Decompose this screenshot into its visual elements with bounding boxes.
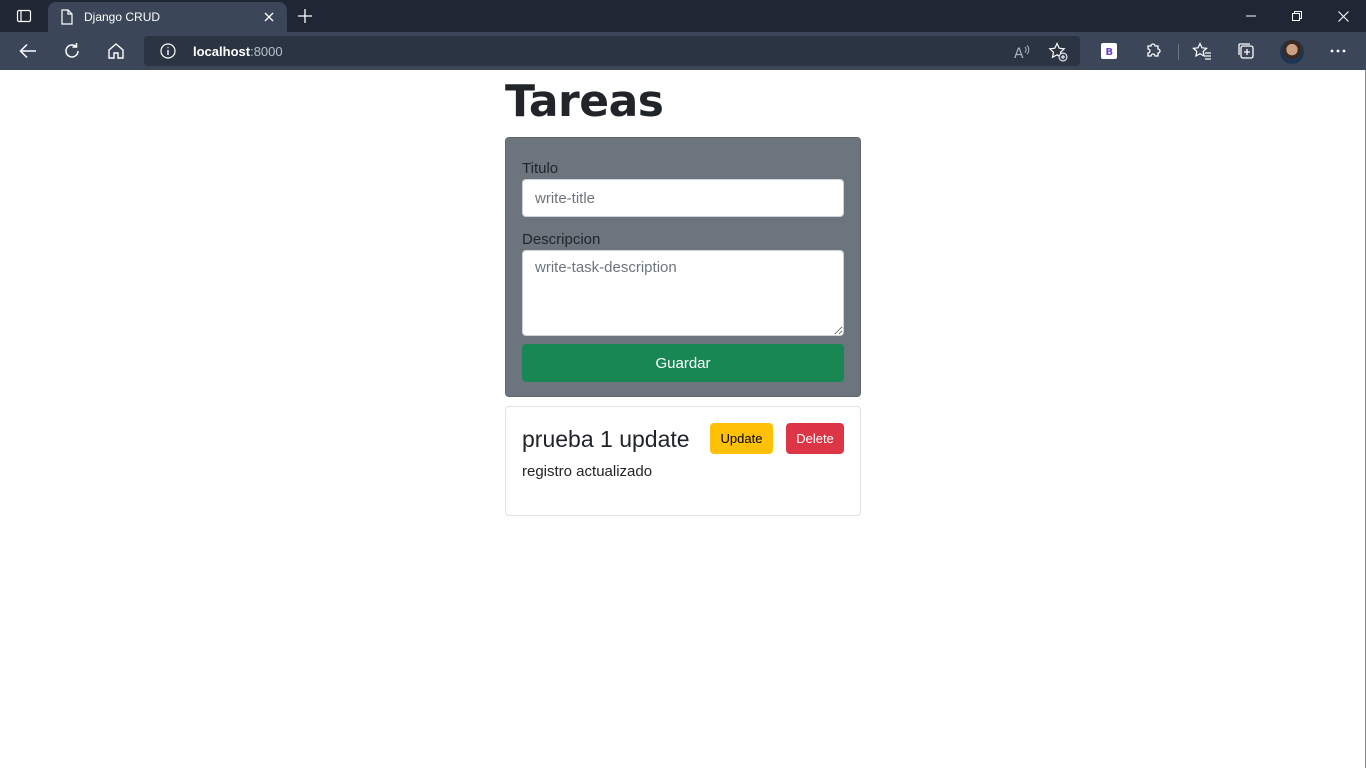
page-content: Tareas Titulo Descripcion Guardar prueba… bbox=[0, 70, 1366, 768]
tab-title: Django CRUD bbox=[84, 10, 161, 24]
task-card: prueba 1 update Update Delete registro a… bbox=[505, 406, 861, 516]
url-text[interactable]: localhost:8000 bbox=[193, 44, 283, 59]
svg-text:A: A bbox=[1014, 46, 1024, 60]
page-title: Tareas bbox=[505, 76, 664, 127]
close-window-icon[interactable] bbox=[1320, 0, 1366, 32]
more-icon[interactable] bbox=[1322, 35, 1354, 67]
description-label: Descripcion bbox=[522, 231, 601, 248]
add-favorite-icon[interactable] bbox=[1047, 41, 1069, 63]
restore-icon[interactable] bbox=[1274, 0, 1320, 32]
task-title: prueba 1 update bbox=[522, 426, 690, 452]
main-container: Tareas Titulo Descripcion Guardar prueba… bbox=[505, 70, 861, 516]
minimize-icon[interactable] bbox=[1228, 0, 1274, 32]
save-button[interactable]: Guardar bbox=[522, 344, 844, 382]
task-description: registro actualizado bbox=[522, 463, 653, 480]
url-port: :8000 bbox=[250, 44, 283, 59]
url-host: localhost bbox=[193, 44, 251, 59]
title-label: Titulo bbox=[522, 160, 559, 177]
info-icon[interactable] bbox=[160, 43, 176, 59]
page-icon bbox=[59, 9, 75, 25]
svg-text:B: B bbox=[1106, 47, 1114, 58]
address-bar[interactable]: localhost:8000 A bbox=[144, 36, 1080, 66]
tab-actions-icon[interactable] bbox=[8, 4, 40, 28]
avatar[interactable] bbox=[1280, 40, 1304, 64]
toolbar-separator bbox=[1178, 44, 1179, 60]
puzzle-icon[interactable] bbox=[1137, 35, 1169, 67]
read-aloud-icon[interactable]: A bbox=[1011, 41, 1033, 63]
refresh-icon[interactable] bbox=[56, 35, 88, 67]
close-icon[interactable] bbox=[255, 3, 283, 31]
back-arrow-icon[interactable] bbox=[12, 35, 44, 67]
delete-button[interactable]: Delete bbox=[786, 423, 844, 454]
bootstrap-extension-icon[interactable]: B bbox=[1093, 35, 1125, 67]
browser-tab[interactable]: Django CRUD bbox=[48, 2, 287, 32]
home-icon[interactable] bbox=[100, 35, 132, 67]
plus-icon[interactable] bbox=[292, 3, 318, 29]
favorites-icon[interactable] bbox=[1186, 35, 1218, 67]
title-input[interactable] bbox=[522, 179, 844, 217]
browser-toolbar: localhost:8000 A B bbox=[0, 32, 1366, 70]
task-form: Titulo Descripcion Guardar bbox=[505, 137, 861, 397]
collections-icon[interactable] bbox=[1230, 35, 1262, 67]
update-button[interactable]: Update bbox=[710, 423, 773, 454]
browser-titlebar: Django CRUD bbox=[0, 0, 1366, 32]
description-textarea[interactable] bbox=[522, 250, 844, 336]
